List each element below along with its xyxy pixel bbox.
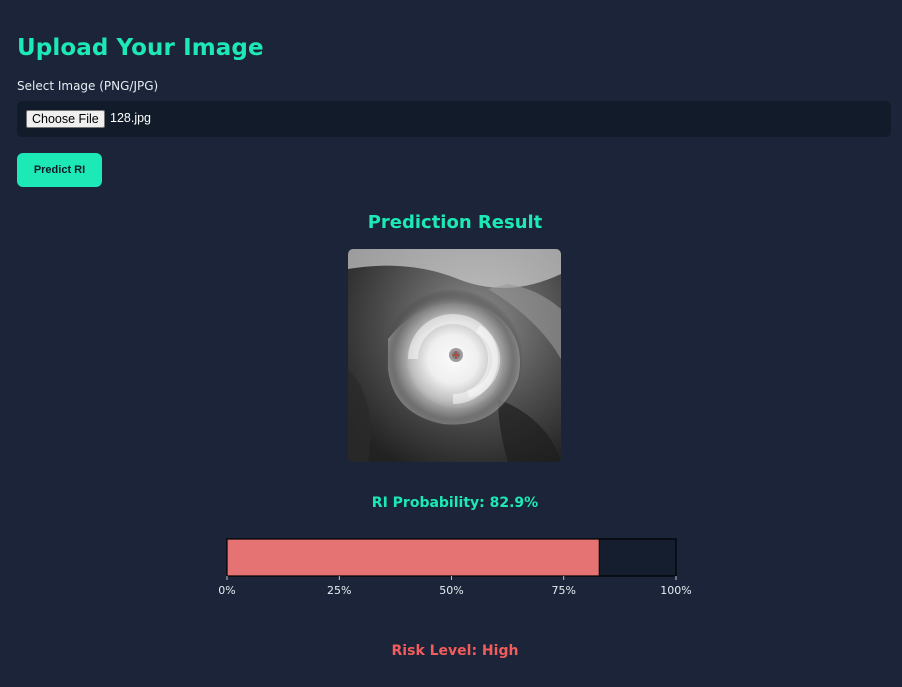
x-tick-label: 100% (660, 584, 691, 597)
choose-file-button[interactable]: Choose File (26, 110, 105, 128)
x-tick-label: 0% (218, 584, 235, 597)
probability-bar-chart: 0% 25% 50% 75% 100% (200, 530, 710, 605)
x-tick-label: 25% (327, 584, 351, 597)
ri-probability-text: RI Probability: 82.9% (371, 495, 539, 511)
probability-bar (227, 539, 600, 576)
risk-level-text: Risk Level: High (391, 643, 519, 659)
satellite-image (348, 249, 561, 462)
typhoon-image-graphic (348, 249, 561, 462)
x-tick-label: 50% (439, 584, 463, 597)
file-input[interactable]: Choose File 128.jpg (17, 101, 891, 137)
select-image-label: Select Image (PNG/JPG) (17, 79, 159, 93)
x-tick-label: 75% (552, 584, 576, 597)
predict-ri-button[interactable]: Predict RI (17, 153, 102, 187)
selected-file-name: 128.jpg (110, 111, 152, 125)
result-title: Prediction Result (367, 212, 543, 233)
page-title: Upload Your Image (17, 35, 264, 61)
